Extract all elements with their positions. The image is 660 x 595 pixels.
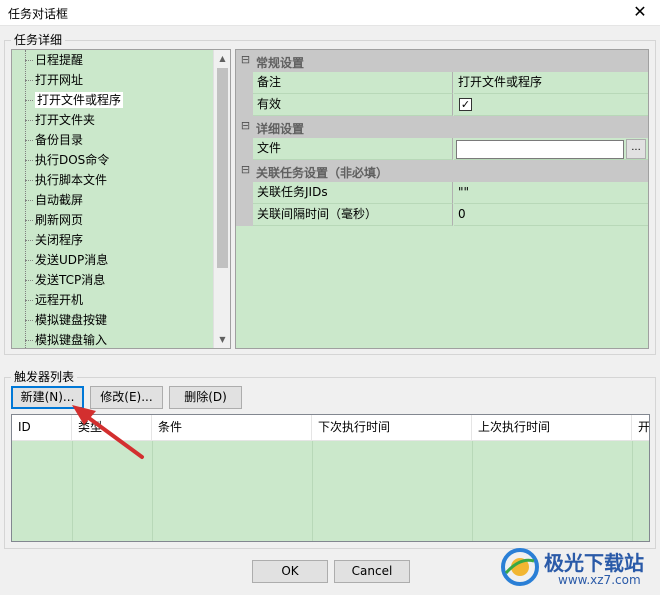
ok-button[interactable]: OK (252, 560, 328, 583)
category-general[interactable]: ⊟ 常规设置 (236, 50, 648, 72)
property-name: 有效 (253, 94, 453, 116)
tree-item[interactable]: 打开文件夹 (25, 110, 211, 130)
scroll-up-icon[interactable]: ▲ (214, 50, 230, 67)
column-header-last-run[interactable]: 上次执行时间 (472, 415, 632, 441)
tree-item[interactable]: 模拟键盘按键 (25, 310, 211, 330)
collapse-icon[interactable]: ⊟ (240, 54, 251, 66)
tree-item-label: 执行脚本文件 (35, 173, 108, 187)
property-grid: ⊟ 常规设置 备注 打开文件或程序 有效 ✓ ⊟ 详细设置 文件 ... ⊟ 关… (235, 49, 649, 349)
tree-item[interactable]: 打开文件或程序 (25, 90, 211, 110)
property-row-note[interactable]: 备注 打开文件或程序 (236, 72, 648, 94)
tree-item[interactable]: 发送TCP消息 (25, 270, 211, 290)
enabled-checkbox[interactable]: ✓ (459, 98, 472, 111)
property-row-enabled[interactable]: 有效 ✓ (236, 94, 648, 116)
property-name: 备注 (253, 72, 453, 94)
property-name: 文件 (253, 138, 453, 160)
title-bar: 任务对话框 ✕ (0, 0, 660, 26)
column-header-open[interactable]: 开 (632, 415, 649, 441)
property-row-interval[interactable]: 关联间隔时间（毫秒） 0 (236, 204, 648, 226)
tree-item-label: 备份目录 (35, 133, 84, 147)
tree-item[interactable]: 远程开机 (25, 290, 211, 310)
tree-content: 日程提醒打开网址打开文件或程序 打开文件夹备份目录执行DOS命令 执行脚本文件 自动截… (12, 50, 213, 348)
category-related[interactable]: ⊟ 关联任务设置（非必填） (236, 160, 648, 182)
property-name: 关联间隔时间（毫秒） (253, 204, 453, 226)
interval-value[interactable]: 0 (454, 204, 648, 226)
category-detail[interactable]: ⊟ 详细设置 (236, 116, 648, 138)
scroll-thumb[interactable] (217, 68, 228, 268)
tree-item[interactable]: 关闭程序 (25, 230, 211, 250)
category-label: 常规设置 (256, 56, 305, 70)
tree-item-label: 刷新网页 (35, 213, 84, 227)
jids-value[interactable]: "" (454, 182, 648, 204)
delete-trigger-button[interactable]: 删除(D) (169, 386, 242, 409)
property-name: 关联任务JIDs (253, 182, 453, 204)
cancel-button[interactable]: Cancel (334, 560, 410, 583)
window-title: 任务对话框 (8, 7, 69, 21)
file-input[interactable] (456, 140, 624, 159)
tree-item-label: 日程提醒 (35, 53, 84, 67)
tree-item-label: 打开文件夹 (35, 113, 96, 127)
trigger-list-label: 触发器列表 (11, 370, 78, 384)
tree-item[interactable]: 发送UDP消息 (25, 250, 211, 270)
tree-item-label: 关闭程序 (35, 233, 84, 247)
tree-item-label: 远程开机 (35, 293, 84, 307)
collapse-icon[interactable]: ⊟ (240, 164, 251, 176)
tree-item-label: 执行DOS命令 (35, 153, 110, 167)
category-label: 关联任务设置（非必填） (256, 166, 389, 180)
watermark-name: 极光下载站 (544, 551, 644, 575)
tree-item-label: 模拟键盘按键 (35, 313, 108, 327)
column-header-next-run[interactable]: 下次执行时间 (312, 415, 472, 441)
tree-item[interactable]: 备份目录 (25, 130, 211, 150)
collapse-icon[interactable]: ⊟ (240, 120, 251, 132)
annotation-arrow-icon (72, 405, 144, 459)
tree-scrollbar[interactable]: ▲ ▼ (213, 50, 230, 348)
tree-item[interactable]: 自动截屏 (25, 190, 211, 210)
tree-item[interactable]: 执行脚本文件 (25, 170, 211, 190)
watermark-logo-icon (501, 548, 539, 586)
tree-item-label: 发送UDP消息 (35, 253, 109, 267)
scroll-down-icon[interactable]: ▼ (214, 331, 230, 348)
tree-item[interactable]: 模拟键盘输入 (25, 330, 211, 348)
browse-button[interactable]: ... (626, 139, 646, 159)
tree-item-label: 自动截屏 (35, 193, 84, 207)
tree-item[interactable]: 刷新网页 (25, 210, 211, 230)
tree-item[interactable]: 打开网址 (25, 70, 211, 90)
category-label: 详细设置 (256, 122, 305, 136)
tree-item-label: 模拟键盘输入 (35, 333, 108, 347)
property-row-jids[interactable]: 关联任务JIDs "" (236, 182, 648, 204)
watermark: 极光下载站 www.xz7.com (500, 545, 655, 591)
tree-item[interactable]: 日程提醒 (25, 50, 211, 70)
watermark-url: www.xz7.com (558, 573, 641, 587)
task-type-tree[interactable]: 日程提醒打开网址打开文件或程序 打开文件夹备份目录执行DOS命令 执行脚本文件 自动截… (11, 49, 231, 349)
tree-item[interactable]: 执行DOS命令 (25, 150, 211, 170)
tree-item-label: 发送TCP消息 (35, 273, 106, 287)
column-header-condition[interactable]: 条件 (152, 415, 312, 441)
property-row-file[interactable]: 文件 ... (236, 138, 648, 160)
note-value[interactable]: 打开文件或程序 (454, 72, 648, 94)
task-detail-label: 任务详细 (11, 33, 66, 47)
tree-item-label: 打开网址 (35, 73, 84, 87)
close-icon[interactable]: ✕ (620, 0, 660, 26)
tree-item-label: 打开文件或程序 (35, 92, 124, 108)
